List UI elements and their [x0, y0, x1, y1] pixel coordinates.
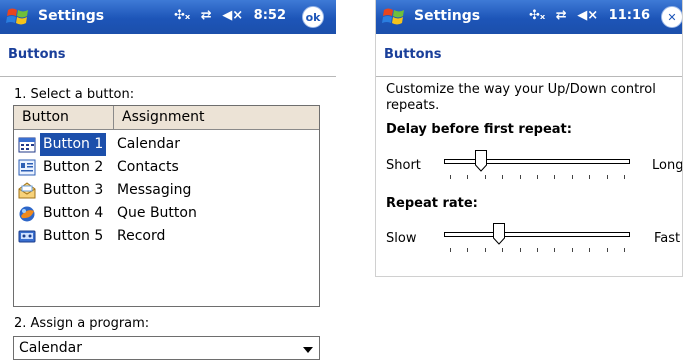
signal-icon[interactable]: ✣ₓ [174, 8, 190, 23]
list-header: Button Assignment [14, 106, 319, 130]
slider-thumb[interactable] [475, 150, 488, 172]
slider-ticks [444, 175, 630, 180]
slider-thumb[interactable] [492, 223, 505, 245]
record-icon [18, 230, 36, 243]
button-name: Button 2 [43, 159, 104, 175]
slider-tick [502, 248, 504, 252]
slider-tick [606, 175, 608, 179]
button-list[interactable]: Button Assignment Button 1 Calendar Butt… [13, 105, 320, 307]
slider-tick [450, 248, 451, 252]
slider-tick [537, 175, 538, 179]
slider-ticks [444, 248, 630, 253]
slider-tick [450, 175, 451, 179]
slider-tick [537, 248, 538, 252]
list-item[interactable]: Button 4 Que Button [14, 202, 319, 225]
que-button-icon [19, 206, 35, 222]
app-title: Settings [38, 8, 105, 24]
slider-tick [624, 175, 625, 179]
list-item[interactable]: Button 2 Contacts [14, 156, 319, 179]
buttons-assignment-screen: Settings ✣ₓ ⇄ ◀× 8:52 ok Buttons 1. Sele… [0, 0, 336, 362]
button-assignment: Messaging [117, 182, 192, 198]
button-assignment: Record [117, 228, 166, 244]
description-line-1: Customize the way your Up/Down control [386, 82, 656, 97]
clock[interactable]: 11:16 [609, 8, 650, 23]
close-button[interactable]: ✕ [661, 6, 682, 28]
connectivity-icon[interactable]: ⇄ [201, 8, 212, 23]
chevron-down-icon[interactable] [303, 347, 313, 353]
slider-tick [467, 175, 469, 179]
repeat-rate-slider[interactable] [444, 223, 630, 253]
signal-icon[interactable]: ✣ₓ [529, 8, 545, 23]
contacts-icon [18, 159, 36, 176]
delay-label: Delay before first repeat: [386, 122, 572, 137]
slider-tick [554, 175, 556, 179]
list-item[interactable]: Button 1 Calendar [14, 133, 319, 156]
slider-tick [554, 248, 556, 252]
title-bar: Settings ✣ₓ ⇄ ◀× 11:16 ✕ [376, 0, 682, 34]
connectivity-icon[interactable]: ⇄ [556, 8, 567, 23]
list-item[interactable]: Button 5 Record [14, 225, 319, 248]
delay-max-label: Long [652, 158, 683, 173]
slider-tick [484, 175, 486, 179]
program-dropdown[interactable]: Calendar [13, 336, 320, 360]
slider-tick [571, 175, 573, 179]
clock[interactable]: 8:52 [254, 8, 286, 23]
button-name: Button 4 [43, 205, 104, 221]
page-title: Buttons [384, 47, 442, 62]
calendar-icon [18, 137, 36, 153]
status-area: ✣ₓ ⇄ ◀× 11:16 [529, 8, 656, 23]
button-name: Button 5 [43, 228, 104, 244]
page-heading: Buttons [0, 34, 336, 77]
app-title: Settings [414, 8, 481, 24]
button-name: Button 3 [43, 182, 104, 198]
slider-tick [571, 248, 573, 252]
button-assignment: Contacts [117, 159, 179, 175]
column-header-assignment[interactable]: Assignment [114, 106, 319, 129]
volume-icon[interactable]: ◀× [577, 8, 598, 23]
slider-tick [484, 248, 486, 252]
delay-min-label: Short [386, 158, 421, 173]
page-heading: Buttons [376, 34, 682, 77]
windows-start-icon[interactable] [382, 6, 406, 28]
messaging-icon [18, 182, 36, 199]
slider-tick [624, 248, 625, 252]
rate-min-label: Slow [386, 231, 417, 246]
button-assignment: Que Button [117, 205, 197, 221]
column-header-button[interactable]: Button [14, 106, 114, 129]
repeat-rate-label: Repeat rate: [386, 196, 478, 211]
list-item[interactable]: Button 3 Messaging [14, 179, 319, 202]
assign-program-label: 2. Assign a program: [14, 316, 150, 331]
delay-slider[interactable] [444, 150, 630, 180]
ok-button[interactable]: ok [302, 6, 324, 28]
slider-tick [589, 248, 591, 252]
rate-max-label: Fast [654, 231, 681, 246]
program-dropdown-value: Calendar [19, 340, 82, 356]
button-name: Button 1 [40, 133, 107, 156]
slider-track [444, 159, 630, 164]
volume-icon[interactable]: ◀× [222, 8, 243, 23]
description-line-2: repeats. [386, 98, 440, 113]
slider-track [444, 232, 630, 237]
slider-tick [589, 175, 591, 179]
page-title: Buttons [8, 47, 66, 62]
up-down-control-screen: Settings ✣ₓ ⇄ ◀× 11:16 ✕ Buttons Customi… [375, 0, 683, 277]
windows-start-icon[interactable] [6, 6, 30, 28]
slider-tick [606, 248, 608, 252]
slider-tick [467, 248, 469, 252]
status-area: ✣ₓ ⇄ ◀× 8:52 [174, 8, 292, 23]
title-bar: Settings ✣ₓ ⇄ ◀× 8:52 ok [0, 0, 336, 34]
select-button-label: 1. Select a button: [14, 87, 135, 102]
slider-tick [519, 175, 521, 179]
button-assignment: Calendar [117, 136, 180, 152]
slider-tick [519, 248, 521, 252]
slider-tick [502, 175, 504, 179]
